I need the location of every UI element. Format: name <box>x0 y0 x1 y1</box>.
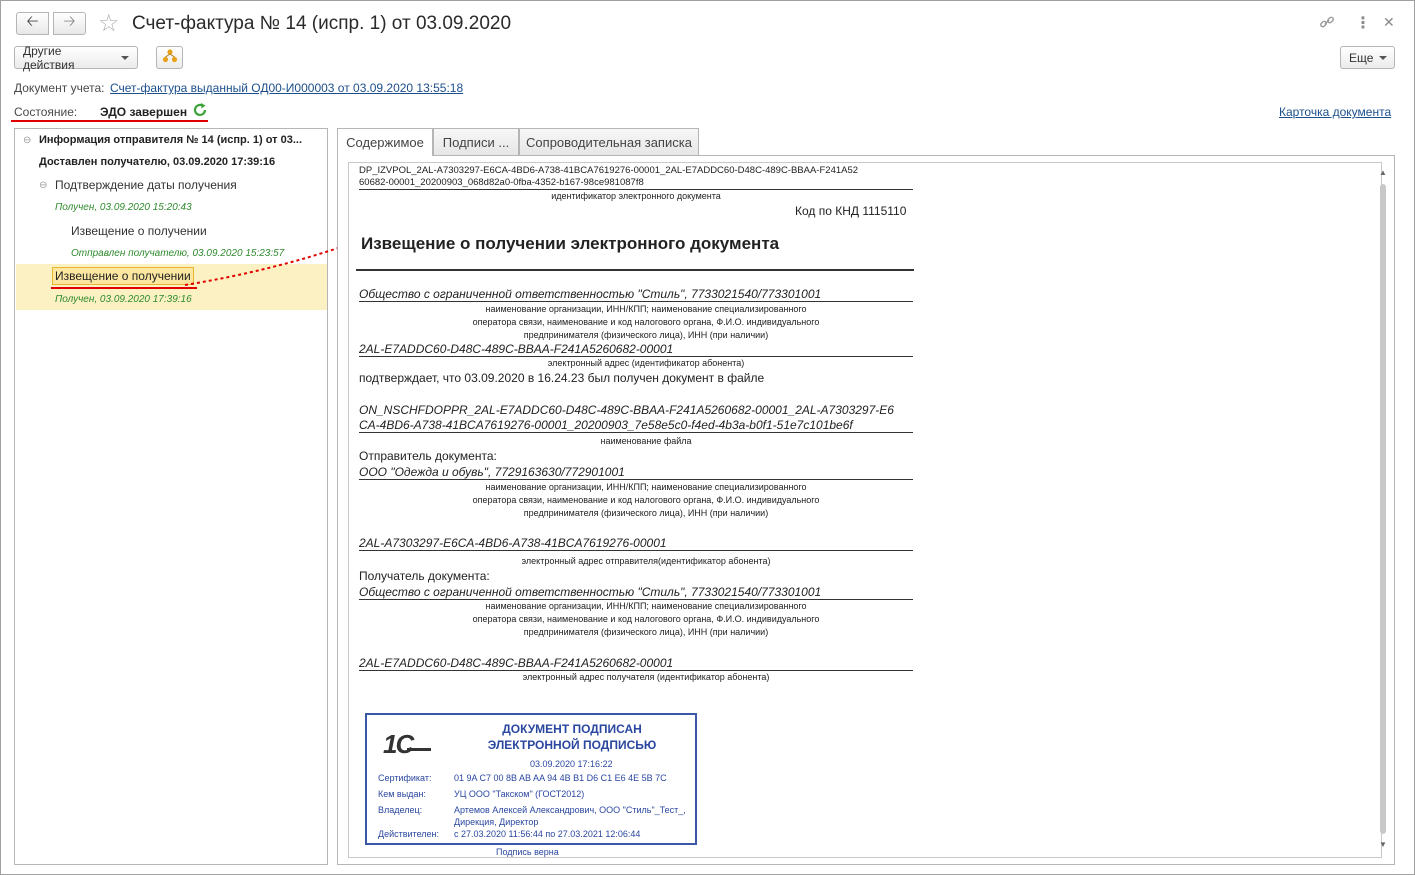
stamp-issuer-value: УЦ ООО "Такском" (ГОСТ2012) <box>454 789 585 799</box>
sender-caption-2: оператора связи, наименование и код нало… <box>472 495 820 505</box>
tree-node-selected-status: Получен, 03.09.2020 17:39:16 <box>55 294 192 305</box>
sender-address: 2AL-A7303297-E6CA-4BD6-A738-41BCA7619276… <box>359 536 667 550</box>
tree-node-selected-receipt-notice[interactable]: Извещение о получении <box>52 267 194 285</box>
document-viewer: DP_IZVPOL_2AL-A7303297-E6CA-4BD6-A738-41… <box>337 155 1395 865</box>
star-icon[interactable]: ☆ <box>98 9 120 38</box>
receiver-caption-3: предпринимателя (физического лица), ИНН … <box>523 627 769 637</box>
sender-caption-3: предпринимателя (физического лица), ИНН … <box>523 508 769 518</box>
document-heading: Извещение о получении электронного докум… <box>361 234 780 253</box>
document-page: DP_IZVPOL_2AL-A7303297-E6CA-4BD6-A738-41… <box>348 162 1382 858</box>
arrow-left-icon: 🡠 <box>26 13 39 30</box>
close-icon[interactable]: ✕ <box>1383 14 1395 31</box>
addr1-caption: электронный адрес (идентификатор абонент… <box>547 358 745 368</box>
receiver-label: Получатель документа: <box>359 569 490 583</box>
chevron-down-icon <box>121 55 129 60</box>
state-underline-annotation <box>11 120 208 122</box>
sender-org: ООО "Одежда и обувь", 7729163630/7729010… <box>359 465 625 479</box>
collapse-icon[interactable]: ⊖ <box>39 180 47 191</box>
tab-cover-note[interactable]: Сопроводительная записка <box>519 128 699 155</box>
receiver-caption-1: наименование организации, ИНН/КПП; наиме… <box>485 601 807 611</box>
stamp-owner-value-2: Дирекция, Директор <box>454 817 539 827</box>
scroll-down-icon[interactable]: ▼ <box>1379 840 1387 849</box>
stamp-valid-value: с 27.03.2020 11:56:44 по 27.03.2021 12:0… <box>454 829 641 839</box>
filename-line-2: CA-4BD6-A738-41BCA7619276-00001_20200903… <box>359 418 853 432</box>
vertical-scrollbar[interactable]: ▲ ▼ <box>1378 166 1388 854</box>
other-actions-label: Другие действия <box>23 43 75 72</box>
link-icon[interactable] <box>1319 14 1335 35</box>
document-card-link[interactable]: Карточка документа <box>1279 105 1391 119</box>
stamp-cert-value: 01 9A C7 00 8B AB AA 94 4B B1 D6 C1 E6 4… <box>454 773 667 783</box>
tab-signatures[interactable]: Подписи ... <box>433 128 519 155</box>
org1-caption-2: оператора связи, наименование и код нало… <box>472 317 820 327</box>
window-title: Счет-фактура № 14 (испр. 1) от 03.09.202… <box>132 13 512 34</box>
stamp-cert-label: Сертификат: <box>378 773 432 783</box>
file-id-line-1: DP_IZVPOL_2AL-A7303297-E6CA-4BD6-A738-41… <box>359 165 859 176</box>
tab-content[interactable]: Содержимое <box>337 128 433 156</box>
more-label: Еще <box>1349 50 1374 65</box>
filename-caption: наименование файла <box>600 436 692 446</box>
back-button[interactable]: 🡠 <box>16 12 49 35</box>
stamp-owner-label: Владелец: <box>378 805 423 815</box>
sender-label: Отправитель документа: <box>359 449 497 463</box>
receiver-address: 2AL-E7ADDC60-D48C-489C-BBAA-F241A5260682… <box>359 656 674 670</box>
tree-node-date-confirmation-status: Получен, 03.09.2020 15:20:43 <box>55 202 192 213</box>
tree-root-status: Доставлен получателю, 03.09.2020 17:39:1… <box>39 156 276 168</box>
stamp-title: ДОКУМЕНТ ПОДПИСАН ЭЛЕКТРОННОЙ ПОДПИСЬЮ <box>487 722 657 752</box>
org1-caption-3: предпринимателя (физического лица), ИНН … <box>523 330 769 340</box>
confirm-text: подтверждает, что 03.09.2020 в 16.24.23 … <box>359 371 765 385</box>
refresh-icon[interactable] <box>192 102 208 121</box>
receiver-caption-2: оператора связи, наименование и код нало… <box>472 614 820 624</box>
stamp-date: 03.09.2020 17:16:22 <box>530 759 613 769</box>
window-frame: 🡠 🡢 ☆ Счет-фактура № 14 (испр. 1) от 03.… <box>0 0 1415 875</box>
filename-line-1: ON_NSCHFDOPPR_2AL-E7ADDC60-D48C-489C-BBA… <box>359 403 894 417</box>
more-vert-icon[interactable]: ⋮ <box>1355 13 1371 33</box>
state-value: ЭДО завершен <box>100 105 188 119</box>
org1-caption-1: наименование организации, ИНН/КПП; наиме… <box>485 304 807 314</box>
receiver-address-caption: электронный адрес получателя (идентифика… <box>522 672 770 682</box>
scroll-up-icon[interactable]: ▲ <box>1379 168 1387 177</box>
tree-root-title[interactable]: Информация отправителя № 14 (испр. 1) от… <box>39 134 302 146</box>
arrow-right-icon: 🡢 <box>63 13 76 30</box>
knd-code: Код по КНД 1115110 <box>795 204 907 218</box>
stamp-valid-label: Действителен: <box>378 829 440 839</box>
signature-verdict: Подпись верна <box>496 847 559 857</box>
stamp-owner-value-1: Артемов Алексей Александрович, ООО "Стил… <box>454 805 686 815</box>
addr1-value: 2AL-E7ADDC60-D48C-489C-BBAA-F241A5260682… <box>359 342 674 356</box>
doc-account-link[interactable]: Счет-фактура выданный ОД00-И000003 от 03… <box>110 81 463 95</box>
other-actions-button[interactable]: Другие действия <box>14 43 138 72</box>
file-id-caption: идентификатор электронного документа <box>551 191 721 201</box>
stamp-issuer-label: Кем выдан: <box>378 789 426 799</box>
scroll-thumb[interactable] <box>1380 184 1386 834</box>
state-label: Состояние: <box>14 105 78 119</box>
more-button[interactable]: Еще <box>1340 46 1395 69</box>
forward-button[interactable]: 🡢 <box>53 12 86 35</box>
sender-address-caption: электронный адрес отправителя(идентифика… <box>521 556 771 566</box>
org1-value: Общество с ограниченной ответственностью… <box>359 287 822 301</box>
1c-logo: 1С <box>383 729 414 759</box>
receiver-org: Общество с ограниченной ответственностью… <box>359 585 822 599</box>
1c-logo-underline <box>407 748 431 751</box>
file-id-line-2: 60682-00001_20200903_068d82a0-0fba-4352-… <box>359 177 644 188</box>
structure-icon <box>162 49 178 66</box>
signature-stamp: 1С ДОКУМЕНТ ПОДПИСАН ЭЛЕКТРОННОЙ ПОДПИСЬ… <box>365 713 697 845</box>
selection-underline-annotation <box>51 287 197 289</box>
tree-node-date-confirmation[interactable]: Подтверждение даты получения <box>55 178 237 192</box>
collapse-icon[interactable]: ⊖ <box>23 135 31 146</box>
doc-account-label: Документ учета: <box>14 81 105 95</box>
sender-caption-1: наименование организации, ИНН/КПП; наиме… <box>485 482 807 492</box>
structure-button[interactable] <box>156 46 183 69</box>
annotation-arrow <box>184 241 354 286</box>
chevron-down-icon <box>1379 55 1388 60</box>
